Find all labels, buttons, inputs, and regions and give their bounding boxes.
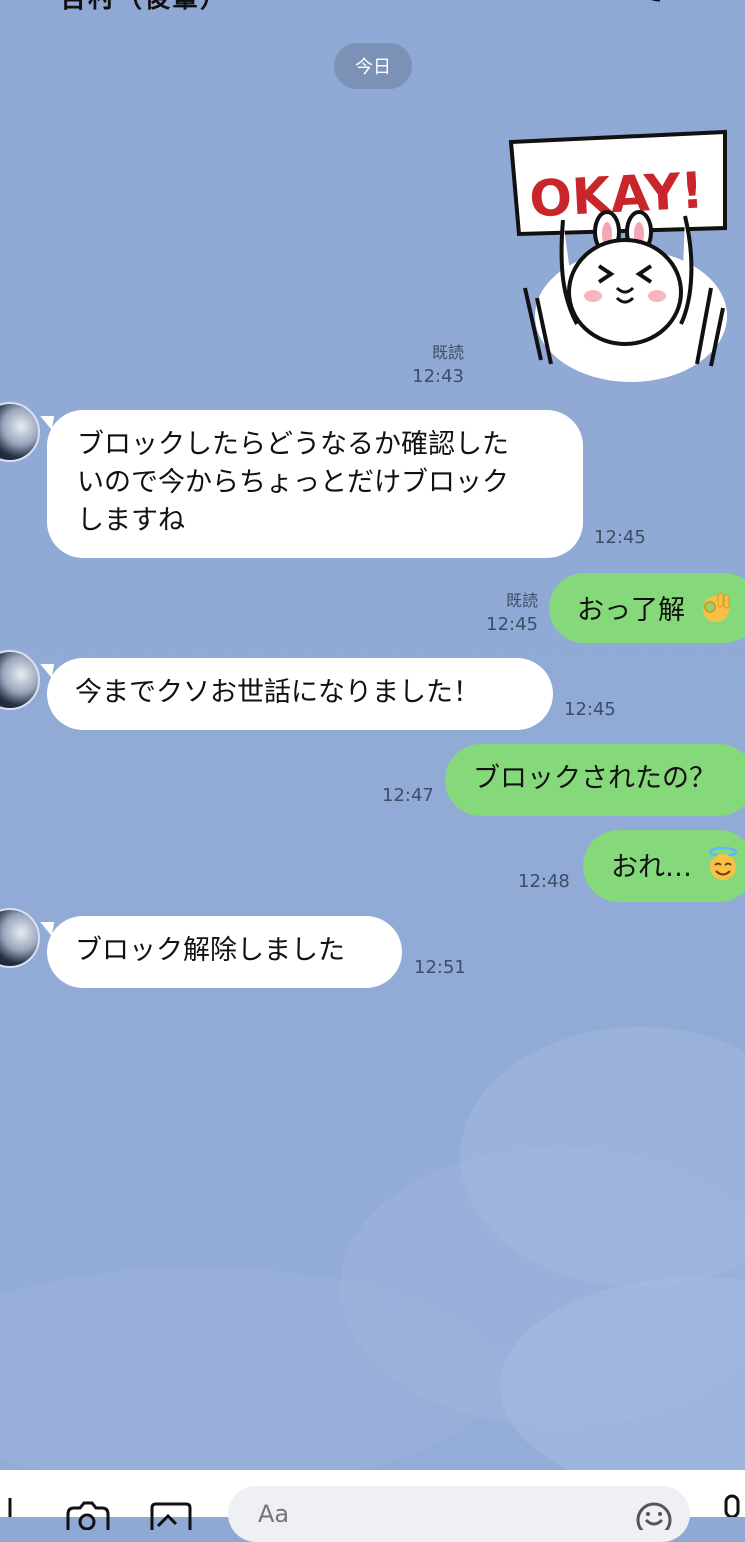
message-input-bar — [0, 1470, 745, 1542]
message-input[interactable] — [228, 1486, 690, 1542]
message-text: 今までクソお世話になりました！ — [75, 677, 480, 708]
emoji-icon[interactable] — [634, 1500, 674, 1530]
avatar[interactable] — [0, 650, 40, 710]
outgoing-message-bubble[interactable]: ブロックされたの？ — [445, 744, 745, 816]
date-separator: 今日 — [334, 43, 412, 89]
menu-icon[interactable] — [706, 0, 740, 6]
halo-face-emoji — [708, 846, 737, 880]
message-text: おっ了解 — [577, 595, 685, 626]
plus-icon[interactable] — [0, 1494, 20, 1517]
message-time: 12:45 — [594, 527, 646, 548]
chat-title[interactable]: 吉村（後輩） — [60, 0, 228, 15]
sticker-meta: 既読 12:43 — [380, 341, 464, 389]
read-receipt: 既読 — [505, 591, 538, 610]
message-time: 12:45 — [564, 699, 616, 720]
message-line: ブロックしたらどうなるか確認した — [77, 429, 509, 460]
outgoing-message-bubble[interactable]: おれ… — [583, 830, 745, 902]
microphone-icon[interactable] — [722, 1492, 745, 1517]
incoming-message-bubble[interactable]: ブロックしたらどうなるか確認した いので今からちょっとだけブロック しますね — [47, 410, 583, 558]
message-time: 12:48 — [518, 871, 570, 892]
camera-icon[interactable] — [64, 1500, 110, 1530]
message-time: 12:43 — [412, 366, 464, 387]
message-text: おれ… — [611, 852, 692, 883]
phone-icon[interactable] — [632, 0, 666, 6]
background-clouds — [0, 1027, 745, 1477]
incoming-message-bubble[interactable]: 今までクソお世話になりました！ — [47, 658, 553, 730]
read-receipt: 既読 — [431, 343, 464, 362]
message-meta: 既読 12:45 — [478, 589, 538, 637]
chevron-left-icon[interactable] — [4, 0, 24, 8]
message-time: 12:51 — [414, 957, 466, 978]
avatar[interactable] — [0, 908, 40, 968]
image-icon[interactable] — [148, 1500, 194, 1530]
message-time: 12:47 — [382, 785, 434, 806]
message-line: いので今からちょっとだけブロック — [77, 467, 509, 498]
incoming-message-bubble[interactable]: ブロック解除しました — [47, 916, 402, 988]
chat-header: 吉村（後輩） — [0, 0, 745, 14]
message-text: ブロックされたの？ — [473, 763, 716, 794]
outgoing-message-bubble[interactable]: おっ了解 — [549, 573, 745, 643]
avatar[interactable] — [0, 402, 40, 462]
message-time: 12:45 — [486, 614, 538, 635]
ok-hand-emoji — [702, 592, 730, 622]
message-text: ブロック解除しました — [75, 935, 345, 966]
message-line: しますね — [77, 505, 185, 536]
okay-bunny-sticker[interactable]: OKAY! — [505, 128, 731, 384]
search-icon[interactable] — [548, 0, 582, 6]
